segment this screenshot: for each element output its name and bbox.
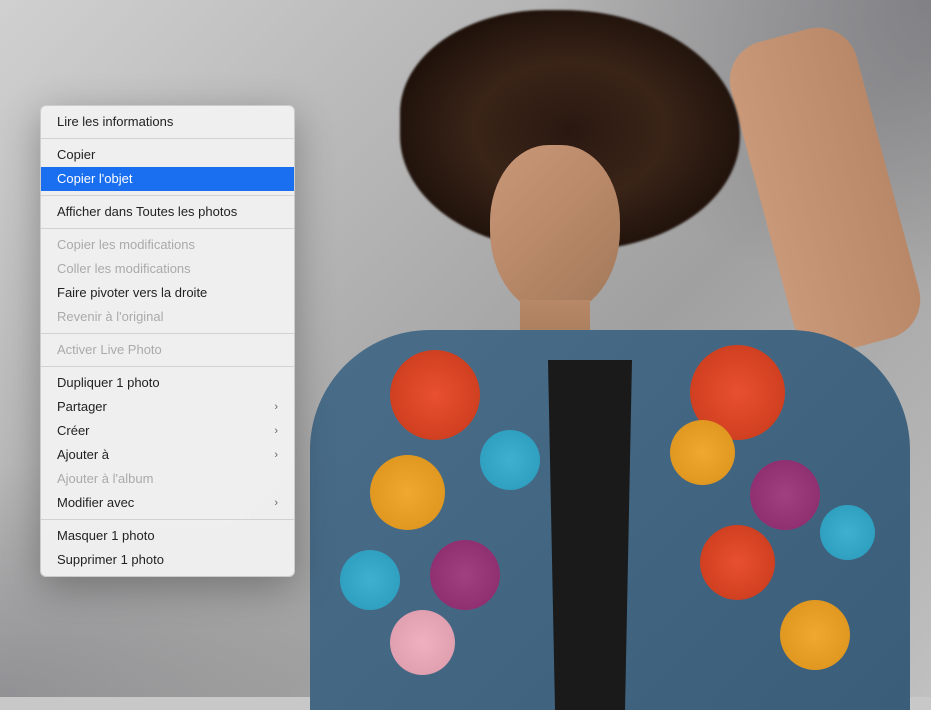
menu-separator [41, 228, 294, 229]
jacket-pattern [390, 610, 455, 675]
menu-separator [41, 366, 294, 367]
jacket-pattern [820, 505, 875, 560]
menu-item[interactable]: Créer › [41, 419, 294, 443]
menu-item-label: Copier [57, 146, 95, 164]
photo-subject-face [490, 145, 620, 315]
menu-item[interactable]: Modifier avec › [41, 491, 294, 515]
photo-subject-arm [721, 19, 929, 362]
jacket-pattern [430, 540, 500, 610]
menu-item[interactable]: Copier [41, 143, 294, 167]
menu-item-label: Revenir à l'original [57, 308, 164, 326]
menu-separator [41, 138, 294, 139]
menu-item: Ajouter à l'album [41, 467, 294, 491]
jacket-pattern [670, 420, 735, 485]
chevron-right-icon: › [274, 494, 278, 512]
chevron-right-icon: › [274, 446, 278, 464]
jacket-pattern [750, 460, 820, 530]
menu-item-label: Lire les informations [57, 113, 173, 131]
menu-item-label: Ajouter à l'album [57, 470, 153, 488]
menu-item[interactable]: Ajouter à › [41, 443, 294, 467]
menu-item: Activer Live Photo [41, 338, 294, 362]
chevron-right-icon: › [274, 422, 278, 440]
jacket-pattern [340, 550, 400, 610]
menu-item[interactable]: Faire pivoter vers la droite [41, 281, 294, 305]
menu-separator [41, 519, 294, 520]
jacket-pattern [390, 350, 480, 440]
chevron-right-icon: › [274, 398, 278, 416]
menu-item-label: Partager [57, 398, 107, 416]
menu-item-label: Faire pivoter vers la droite [57, 284, 207, 302]
menu-item[interactable]: Dupliquer 1 photo [41, 371, 294, 395]
menu-item[interactable]: Masquer 1 photo [41, 524, 294, 548]
menu-item-label: Copier l'objet [57, 170, 132, 188]
menu-item-label: Créer [57, 422, 90, 440]
jacket-pattern [780, 600, 850, 670]
jacket-inner [520, 360, 660, 710]
menu-item-label: Coller les modifications [57, 260, 191, 278]
context-menu[interactable]: Lire les informations Copier Copier l'obje… [40, 105, 295, 577]
menu-separator [41, 195, 294, 196]
menu-item[interactable]: Copier l'objet [41, 167, 294, 191]
menu-item-label: Supprimer 1 photo [57, 551, 164, 569]
menu-item[interactable]: Supprimer 1 photo [41, 548, 294, 572]
menu-item-label: Modifier avec [57, 494, 134, 512]
menu-item: Copier les modifications [41, 233, 294, 257]
menu-item: Revenir à l'original [41, 305, 294, 329]
menu-item-label: Ajouter à [57, 446, 109, 464]
menu-item[interactable]: Partager › [41, 395, 294, 419]
menu-item-label: Dupliquer 1 photo [57, 374, 160, 392]
menu-item[interactable]: Lire les informations [41, 110, 294, 134]
menu-item-label: Masquer 1 photo [57, 527, 155, 545]
menu-separator [41, 333, 294, 334]
jacket-pattern [700, 525, 775, 600]
menu-item-label: Activer Live Photo [57, 341, 162, 359]
photo-subject-jacket [310, 330, 910, 710]
photo-content [280, 0, 900, 697]
jacket-pattern [370, 455, 445, 530]
menu-item: Coller les modifications [41, 257, 294, 281]
menu-item[interactable]: Afficher dans Toutes les photos [41, 200, 294, 224]
menu-item-label: Copier les modifications [57, 236, 195, 254]
menu-item-label: Afficher dans Toutes les photos [57, 203, 237, 221]
jacket-pattern [480, 430, 540, 490]
